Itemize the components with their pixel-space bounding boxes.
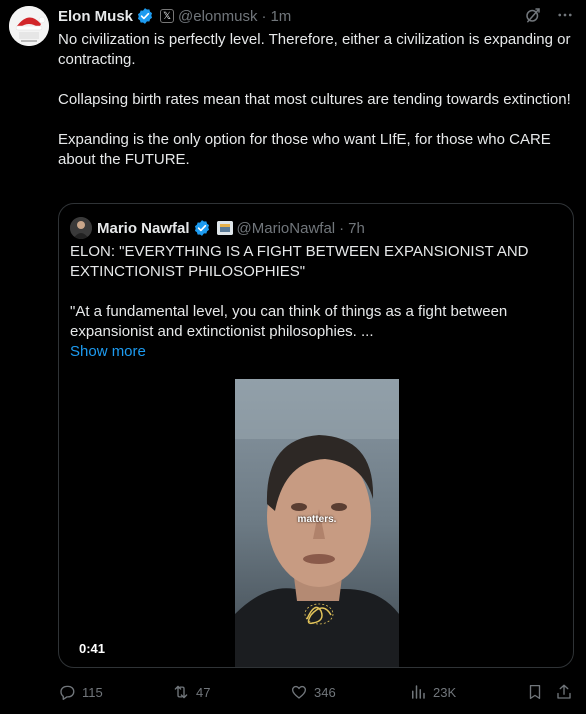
reply-button[interactable]: 115	[58, 683, 103, 701]
tweet-actions: 115 47 346 23K	[58, 683, 574, 703]
quote-header: Mario Nawfal @MarioNawfal · 7h	[70, 217, 365, 239]
reply-count: 115	[82, 684, 103, 700]
quote-text: ELON: "EVERYTHING IS A FIGHT BETWEEN EXP…	[70, 242, 560, 362]
separator: ·	[339, 219, 345, 237]
show-more-link[interactable]: Show more	[70, 342, 560, 362]
verified-badge-icon	[194, 220, 209, 236]
repost-icon	[174, 685, 188, 699]
tweet: Elon Musk 𝕏 @elonmusk · 1m No civilizati…	[0, 0, 586, 714]
views-icon	[412, 685, 425, 699]
like-count: 346	[314, 684, 336, 700]
verified-badge-icon	[137, 8, 153, 24]
tweet-paragraph: Collapsing birth rates mean that most cu…	[58, 91, 571, 108]
share-button[interactable]	[555, 683, 573, 701]
repost-count: 47	[196, 684, 211, 700]
quote-author-handle[interactable]: @MarioNawfal	[237, 220, 336, 237]
quote-avatar[interactable]	[70, 217, 92, 239]
author-name[interactable]: Elon Musk	[58, 8, 133, 25]
author-handle[interactable]: @elonmusk	[178, 8, 257, 25]
timestamp[interactable]: 1m	[270, 8, 291, 25]
quote-author-name[interactable]: Mario Nawfal	[97, 220, 190, 237]
like-icon	[291, 685, 307, 699]
share-icon	[557, 684, 571, 699]
affiliate-logo-icon[interactable]	[216, 221, 233, 235]
tweet-header: Elon Musk 𝕏 @elonmusk · 1m	[58, 6, 291, 26]
like-button[interactable]: 346	[290, 683, 336, 701]
grok-icon[interactable]	[524, 6, 542, 24]
video-player[interactable]: matters.	[235, 379, 399, 667]
separator: ·	[261, 7, 267, 25]
tweet-text: No civilization is perfectly level. Ther…	[58, 30, 578, 170]
views-button[interactable]: 23K	[409, 683, 456, 701]
bookmark-icon	[529, 684, 541, 700]
views-count: 23K	[433, 684, 457, 700]
bookmark-button[interactable]	[526, 683, 544, 701]
tweet-paragraph: No civilization is perfectly level. Ther…	[58, 31, 571, 68]
quote-paragraph: ELON: "EVERYTHING IS A FIGHT BETWEEN EXP…	[70, 243, 529, 280]
quote-paragraph: "At a fundamental level, you can think o…	[70, 303, 508, 340]
avatar[interactable]	[9, 6, 49, 46]
video-caption: matters.	[297, 514, 337, 525]
repost-button[interactable]: 47	[172, 683, 210, 701]
more-icon[interactable]	[556, 6, 574, 24]
tweet-paragraph: Expanding is the only option for those w…	[58, 131, 551, 168]
reply-icon	[60, 685, 75, 700]
tweet-top-actions	[524, 6, 574, 24]
quote-timestamp[interactable]: 7h	[348, 220, 365, 237]
quoted-tweet[interactable]: Mario Nawfal @MarioNawfal · 7h ELON: "EV…	[58, 203, 574, 668]
x-affiliate-icon[interactable]: 𝕏	[160, 9, 175, 23]
video-duration: 0:41	[79, 641, 106, 656]
